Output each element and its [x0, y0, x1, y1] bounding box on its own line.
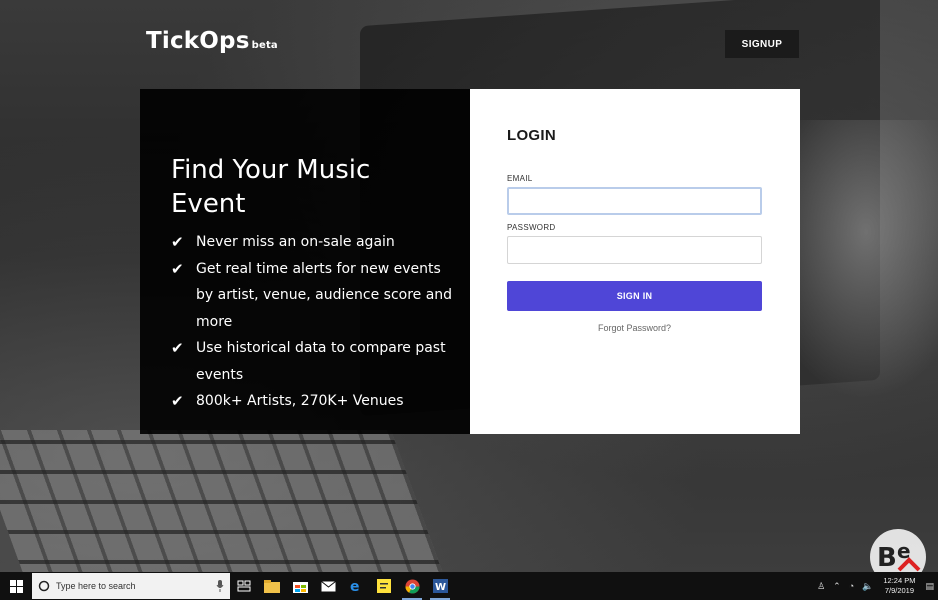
word-icon[interactable]: W — [426, 572, 454, 600]
search-placeholder: Type here to search — [56, 581, 136, 591]
promo-panel: Find Your Music Event ✔ Never miss an on-… — [140, 89, 470, 434]
system-tray: ♙ ⌃ ◔ 🔈 12:24 PM 7/9/2019 ▤ — [813, 572, 938, 600]
feature-item: ✔ Never miss an on-sale again — [171, 229, 461, 256]
taskbar: Type here to search e W ♙ ⌃ ◔ 🔈 12:24 PM… — [0, 572, 938, 600]
login-title: LOGIN — [507, 127, 556, 144]
chrome-icon[interactable] — [398, 572, 426, 600]
clock-date: 7/9/2019 — [884, 586, 915, 595]
taskbar-search-box[interactable]: Type here to search — [32, 573, 230, 599]
background-keyboard — [0, 430, 450, 572]
email-label: EMAIL — [507, 174, 533, 183]
feature-item: ✔ Get real time alerts for new events by … — [171, 256, 461, 336]
microphone-icon[interactable] — [216, 580, 224, 592]
mail-icon[interactable] — [314, 572, 342, 600]
notifications-icon[interactable]: ▤ — [925, 581, 934, 592]
feature-item: ✔ 800k+ Artists, 270K+ Venues — [171, 388, 461, 415]
clock-time: 12:24 PM — [883, 576, 916, 585]
beta-tag: beta — [251, 40, 278, 51]
cortana-icon — [38, 580, 50, 592]
windows-start-icon[interactable] — [0, 572, 32, 600]
feature-item: ✔ Use historical data to compare past eve… — [171, 335, 461, 388]
password-label: PASSWORD — [507, 223, 556, 232]
checkmark-icon: ✔ — [171, 392, 184, 410]
edge-icon[interactable]: e — [342, 572, 370, 600]
checkmark-icon: ✔ — [171, 339, 184, 357]
network-icon[interactable]: ◔ — [849, 581, 854, 591]
login-panel: LOGIN EMAIL PASSWORD SIGN IN Forgot Pass… — [470, 89, 800, 434]
feature-text: Use historical data to compare past even… — [196, 340, 446, 383]
sticky-notes-icon[interactable] — [370, 572, 398, 600]
feature-list: ✔ Never miss an on-sale again ✔ Get real t… — [171, 229, 461, 415]
chevron-up-icon[interactable]: ⌃ — [833, 581, 841, 592]
volume-icon[interactable]: 🔈 — [862, 581, 873, 592]
feature-text: Get real time alerts for new events by a… — [196, 260, 453, 330]
feature-text: Never miss an on-sale again — [196, 234, 395, 250]
sign-in-button[interactable]: SIGN IN — [507, 281, 762, 311]
file-explorer-icon[interactable] — [258, 572, 286, 600]
svg-text:B: B — [877, 543, 897, 573]
store-icon[interactable] — [286, 572, 314, 600]
forgot-password-link[interactable]: Forgot Password? — [507, 323, 762, 333]
checkmark-icon: ✔ — [171, 259, 184, 278]
task-view-icon[interactable] — [230, 572, 258, 600]
logo[interactable]: TickOps beta — [146, 28, 278, 54]
checkmark-icon: ✔ — [171, 233, 184, 251]
taskbar-clock[interactable]: 12:24 PM 7/9/2019 — [883, 576, 915, 596]
logo-text: TickOps — [146, 28, 250, 54]
people-icon[interactable]: ♙ — [817, 581, 825, 592]
promo-heading: Find Your Music Event — [171, 155, 371, 219]
feature-text: 800k+ Artists, 270K+ Venues — [196, 393, 404, 409]
password-field[interactable] — [507, 236, 762, 264]
signup-button[interactable]: SIGNUP — [725, 30, 799, 58]
svg-text:e: e — [350, 579, 360, 593]
email-field[interactable] — [507, 187, 762, 215]
svg-text:W: W — [435, 582, 446, 593]
